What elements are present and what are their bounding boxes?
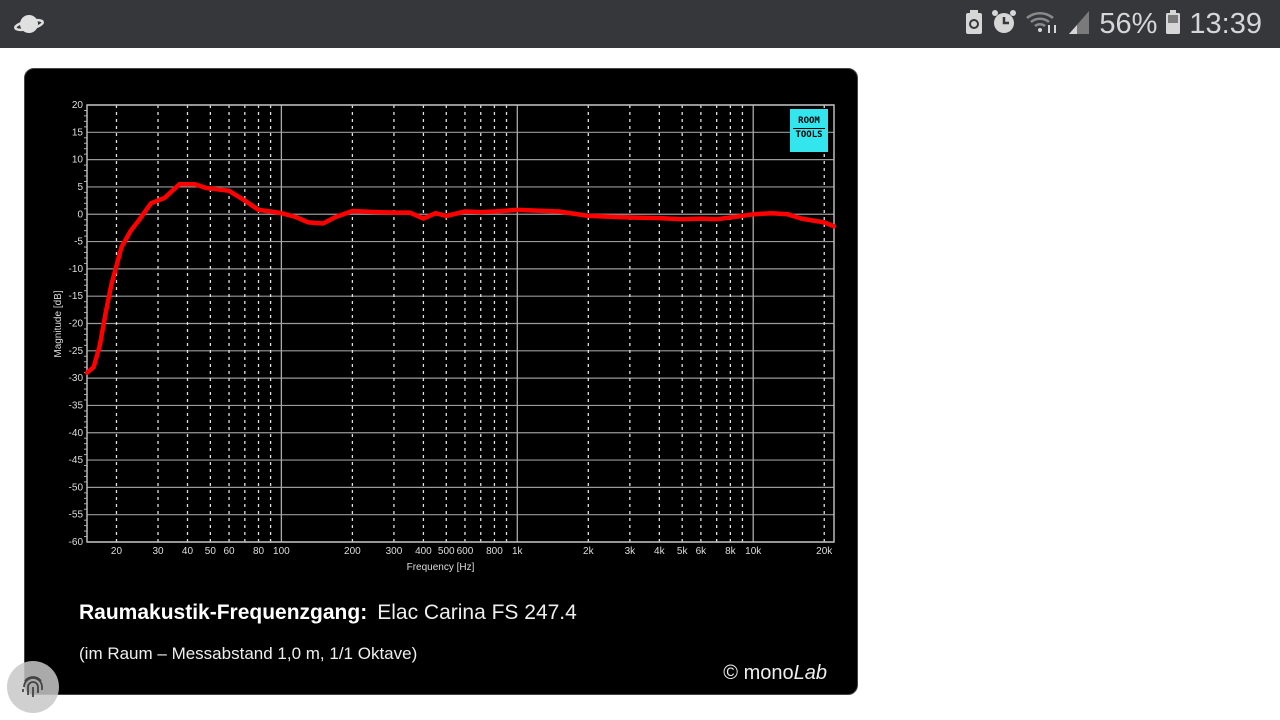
y-tick-label: 10 xyxy=(72,155,84,166)
x-tick-label: 80 xyxy=(253,546,265,557)
clock: 13:39 xyxy=(1189,7,1262,40)
y-tick-label: -15 xyxy=(69,291,84,302)
app-planet-icon xyxy=(14,11,44,42)
status-bar: 56% 13:39 xyxy=(0,0,1280,48)
x-tick-label: 100 xyxy=(273,546,290,557)
x-tick-label: 30 xyxy=(152,546,164,557)
chart-caption-subtitle: (im Raum – Messabstand 1,0 m, 1/1 Oktave… xyxy=(79,644,418,663)
x-tick-label: 5k xyxy=(677,546,689,557)
x-tick-label: 40 xyxy=(182,546,194,557)
y-tick-label: -5 xyxy=(74,237,83,248)
y-tick-label: 15 xyxy=(72,127,84,138)
logo-line-2: TOOLS xyxy=(795,130,823,140)
x-tick-label: 20k xyxy=(816,546,833,557)
x-tick-label: 20 xyxy=(111,546,123,557)
alarm-icon xyxy=(991,9,1017,40)
y-tick-label: 0 xyxy=(77,209,83,220)
y-tick-label: -30 xyxy=(69,373,84,384)
x-tick-label: 600 xyxy=(457,546,474,557)
x-tick-label: 10k xyxy=(745,546,762,557)
x-tick-label: 8k xyxy=(725,546,737,557)
x-tick-label: 400 xyxy=(415,546,432,557)
y-tick-label: -50 xyxy=(69,482,84,493)
x-tick-label: 800 xyxy=(486,546,503,557)
logo-line-1: ROOM xyxy=(793,115,825,129)
x-tick-label: 300 xyxy=(386,546,403,557)
y-tick-label: 5 xyxy=(77,182,83,193)
x-axis-label: Frequency [Hz] xyxy=(407,562,475,573)
y-tick-label: -55 xyxy=(69,510,84,521)
credit-italic: Lab xyxy=(793,662,827,684)
y-tick-label: -10 xyxy=(69,264,84,275)
x-tick-label: 2k xyxy=(583,546,595,557)
y-tick-label: -25 xyxy=(69,346,84,357)
wifi-icon xyxy=(1025,9,1059,40)
room-tools-logo: ROOM TOOLS xyxy=(790,109,828,152)
y-tick-label: 20 xyxy=(72,100,84,111)
x-tick-label: 500 xyxy=(438,546,455,557)
caption-bold: Raumakustik-Frequenzgang: xyxy=(79,601,368,624)
caption-model: Elac Carina FS 247.4 xyxy=(377,601,577,624)
y-tick-label: -60 xyxy=(69,537,84,548)
y-tick-label: -35 xyxy=(69,400,84,411)
y-tick-label: -20 xyxy=(69,319,84,330)
frequency-response-chart: 20151050-5-10-15-20-25-30-35-40-45-50-55… xyxy=(53,100,837,573)
y-tick-label: -45 xyxy=(69,455,84,466)
x-tick-label: 6k xyxy=(696,546,708,557)
chart-caption-title: Raumakustik-Frequenzgang: Elac Carina FS … xyxy=(79,601,577,625)
x-tick-label: 4k xyxy=(654,546,666,557)
battery-saver-icon xyxy=(965,9,983,40)
fingerprint-icon xyxy=(22,676,43,697)
x-tick-label: 200 xyxy=(344,546,361,557)
x-tick-label: 60 xyxy=(223,546,235,557)
battery-icon xyxy=(1165,9,1181,40)
y-tick-label: -40 xyxy=(69,428,84,439)
x-tick-label: 1k xyxy=(512,546,524,557)
x-tick-label: 3k xyxy=(625,546,637,557)
credit: © monoLab xyxy=(723,662,827,685)
battery-percent: 56% xyxy=(1099,7,1158,40)
fingerprint-button[interactable] xyxy=(7,661,59,713)
signal-icon xyxy=(1067,9,1091,40)
y-axis-label: Magnitude [dB] xyxy=(53,290,64,357)
response-curve xyxy=(84,181,837,375)
x-tick-label: 50 xyxy=(205,546,217,557)
credit-prefix: © mono xyxy=(723,662,794,684)
chart-image: 20 15 10 5 0 -5 -10 -15 -20 -25 -30 -35 -40 -45 -50 -55… xyxy=(24,68,858,695)
